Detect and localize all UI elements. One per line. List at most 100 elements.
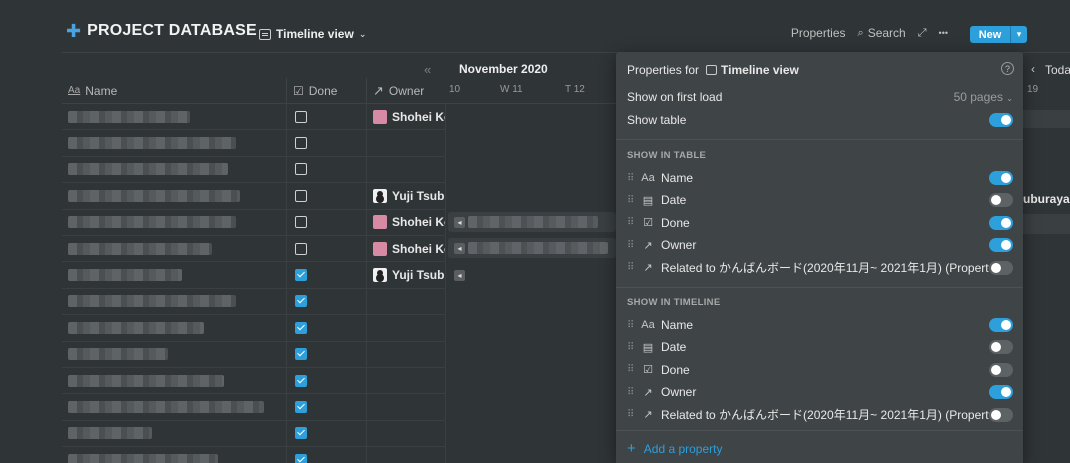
new-button[interactable]: New ▾ — [970, 26, 1027, 43]
done-checkbox[interactable] — [295, 321, 307, 334]
owner-cell[interactable] — [366, 394, 446, 420]
show-table-toggle[interactable] — [989, 113, 1013, 127]
table-row[interactable] — [62, 420, 446, 448]
table-row[interactable]: Shohei Ko — [62, 209, 446, 236]
done-checkbox[interactable] — [295, 216, 307, 229]
done-checkbox[interactable] — [295, 137, 307, 150]
table-row[interactable]: Shohei Ko — [62, 235, 446, 263]
table-row[interactable] — [62, 315, 446, 342]
name-cell[interactable] — [62, 342, 286, 367]
name-cell[interactable] — [62, 421, 286, 446]
done-cell[interactable] — [286, 104, 366, 130]
done-cell[interactable] — [286, 447, 366, 463]
name-cell[interactable] — [62, 210, 286, 235]
drag-handle-icon[interactable]: ⠿ — [627, 173, 634, 184]
timeline-item[interactable]: ◂ — [448, 212, 616, 232]
timeline-item[interactable] — [1023, 110, 1070, 128]
help-icon[interactable]: ? — [1001, 62, 1014, 75]
drag-handle-icon[interactable]: ⠿ — [627, 262, 634, 273]
property-visibility-toggle[interactable] — [989, 171, 1013, 185]
timeline-item[interactable] — [1023, 214, 1070, 234]
done-checkbox[interactable] — [295, 374, 307, 387]
name-cell[interactable] — [62, 289, 286, 314]
timeline-item[interactable]: ◂ — [448, 238, 616, 258]
owner-cell[interactable] — [366, 367, 446, 394]
owner-cell[interactable] — [366, 130, 446, 156]
done-cell[interactable] — [286, 420, 366, 447]
view-selector[interactable]: Timeline view ⌄ — [259, 27, 366, 41]
done-checkbox[interactable] — [295, 400, 307, 413]
done-checkbox[interactable] — [295, 110, 307, 123]
name-cell[interactable] — [62, 130, 286, 155]
table-row[interactable] — [62, 288, 446, 316]
drag-handle-icon[interactable]: ⠿ — [627, 342, 634, 353]
drag-handle-icon[interactable]: ⠿ — [627, 409, 634, 420]
name-cell[interactable] — [62, 236, 286, 261]
owner-cell[interactable]: Shohei Ko — [366, 209, 446, 235]
property-visibility-toggle[interactable] — [989, 318, 1013, 332]
column-header-done[interactable]: ☑ Done — [286, 78, 366, 103]
table-row[interactable]: Yuji Tsubu — [62, 262, 446, 289]
name-cell[interactable] — [62, 315, 286, 340]
drag-handle-icon[interactable]: ⠿ — [627, 195, 634, 206]
property-visibility-toggle[interactable] — [989, 238, 1013, 253]
table-row[interactable] — [62, 367, 446, 395]
name-cell[interactable] — [62, 262, 286, 287]
done-cell[interactable] — [286, 130, 366, 156]
timeline-nav-back-icon[interactable]: « — [424, 62, 431, 77]
new-dropdown-chevron-icon[interactable]: ▾ — [1010, 26, 1027, 43]
done-cell[interactable] — [286, 262, 366, 288]
expand-icon[interactable]: ⤢ — [918, 27, 927, 40]
table-row[interactable] — [62, 341, 446, 368]
property-visibility-toggle[interactable] — [989, 193, 1013, 208]
done-cell[interactable] — [286, 235, 366, 262]
name-cell[interactable] — [62, 394, 286, 419]
owner-cell[interactable] — [366, 288, 446, 315]
properties-button[interactable]: Properties — [791, 26, 846, 40]
done-checkbox[interactable] — [295, 295, 307, 308]
owner-cell[interactable] — [366, 156, 446, 183]
column-header-name[interactable]: Aa Name — [62, 78, 286, 103]
done-cell[interactable] — [286, 183, 366, 209]
owner-cell[interactable]: Shohei Ko — [366, 235, 446, 262]
done-checkbox[interactable] — [295, 269, 307, 282]
chevron-left-icon[interactable]: ‹ — [1031, 62, 1035, 76]
timeline-item[interactable]: ◂ — [448, 265, 468, 285]
name-cell[interactable] — [62, 157, 286, 182]
done-cell[interactable] — [286, 156, 366, 183]
done-checkbox[interactable] — [295, 163, 307, 176]
today-button[interactable]: Toda — [1045, 63, 1070, 77]
drag-handle-icon[interactable]: ⠿ — [627, 320, 634, 331]
more-button[interactable]: ••• — [939, 28, 948, 38]
name-cell[interactable] — [62, 104, 286, 129]
property-visibility-toggle[interactable] — [989, 407, 1013, 422]
done-checkbox[interactable] — [295, 189, 307, 202]
table-row[interactable] — [62, 156, 446, 184]
owner-cell[interactable]: Shohei Ko — [366, 104, 446, 130]
property-visibility-toggle[interactable] — [989, 215, 1013, 230]
table-row[interactable] — [62, 447, 446, 463]
owner-cell[interactable]: Yuji Tsubu — [366, 262, 446, 288]
done-checkbox[interactable] — [295, 453, 307, 463]
property-visibility-toggle[interactable] — [989, 260, 1013, 275]
done-cell[interactable] — [286, 341, 366, 367]
done-cell[interactable] — [286, 394, 366, 420]
owner-cell[interactable] — [366, 420, 446, 447]
done-cell[interactable] — [286, 288, 366, 315]
table-row[interactable] — [62, 394, 446, 421]
name-cell[interactable] — [62, 368, 286, 393]
add-property-button[interactable]: + Add a property — [627, 440, 722, 457]
done-cell[interactable] — [286, 367, 366, 394]
show-on-first-load[interactable]: Show on first load 50 pages ⌄ — [627, 87, 1013, 107]
drag-handle-icon[interactable]: ⠿ — [627, 240, 634, 251]
owner-cell[interactable]: Yuji Tsubu — [366, 183, 446, 209]
property-visibility-toggle[interactable] — [989, 362, 1013, 377]
name-cell[interactable] — [62, 183, 286, 208]
done-checkbox[interactable] — [295, 348, 307, 361]
done-checkbox[interactable] — [295, 242, 307, 255]
owner-cell[interactable] — [366, 447, 446, 463]
column-header-owner[interactable]: ↗ Owner — [366, 78, 446, 103]
search-button[interactable]: ⌕ Search — [858, 26, 906, 40]
done-cell[interactable] — [286, 209, 366, 235]
page-count-select[interactable]: 50 pages ⌄ — [954, 90, 1013, 104]
